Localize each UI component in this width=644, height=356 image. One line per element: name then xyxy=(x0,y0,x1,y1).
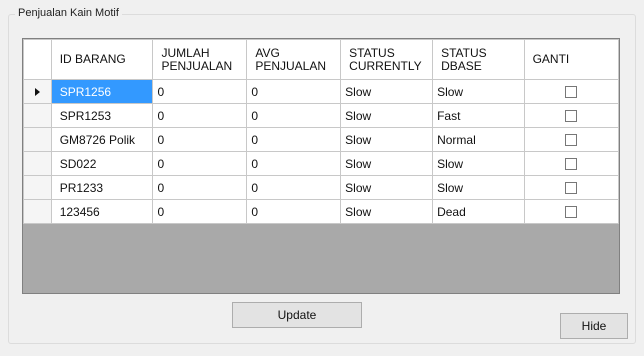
cell-status-dbase[interactable]: Dead xyxy=(432,199,525,224)
cell-avg-penjualan[interactable]: 0 xyxy=(246,199,342,224)
cell-status-dbase[interactable]: Normal xyxy=(432,127,525,152)
cell-ganti xyxy=(523,127,619,152)
table-row[interactable]: PR1233 0 0 Slow Slow xyxy=(23,175,619,200)
column-header-label: STATUS CURRENTLY xyxy=(349,45,422,73)
column-header-avg-penjualan[interactable]: AVG PENJUALAN xyxy=(246,39,342,80)
cell-avg-penjualan[interactable]: 0 xyxy=(246,79,342,104)
table-row[interactable]: SD022 0 0 Slow Slow xyxy=(23,151,619,176)
cell-ganti xyxy=(523,79,619,104)
cell-status-currently[interactable]: Slow xyxy=(340,103,434,128)
ganti-checkbox[interactable] xyxy=(565,86,578,99)
column-header-id-barang[interactable]: ID BARANG xyxy=(50,39,154,80)
cell-avg-penjualan[interactable]: 0 xyxy=(246,127,342,152)
column-header-label: GANTI xyxy=(532,52,570,66)
column-header-label: AVG PENJUALAN xyxy=(255,45,327,73)
column-header-jumlah-penjualan[interactable]: JUMLAH PENJUALAN xyxy=(152,39,248,80)
cell-jumlah-penjualan[interactable]: 0 xyxy=(152,175,248,200)
cell-status-dbase[interactable]: Slow xyxy=(432,175,525,200)
cell-jumlah-penjualan[interactable]: 0 xyxy=(152,103,248,128)
cell-status-currently[interactable]: Slow xyxy=(340,151,434,176)
row-header[interactable] xyxy=(23,103,52,128)
hide-button[interactable]: Hide xyxy=(560,313,628,339)
cell-status-dbase[interactable]: Slow xyxy=(432,151,525,176)
cell-status-dbase[interactable]: Slow xyxy=(432,79,525,104)
ganti-checkbox[interactable] xyxy=(565,182,578,195)
cell-status-currently[interactable]: Slow xyxy=(340,127,434,152)
cell-ganti xyxy=(523,151,619,176)
table-row[interactable]: SPR1256 0 0 Slow Slow xyxy=(23,79,619,104)
column-header-ganti[interactable]: GANTI xyxy=(523,39,619,80)
cell-id-barang[interactable]: SPR1256 xyxy=(50,79,154,104)
cell-avg-penjualan[interactable]: 0 xyxy=(246,175,342,200)
cell-jumlah-penjualan[interactable]: 0 xyxy=(152,199,248,224)
table-row[interactable]: GM8726 Polik 0 0 Slow Normal xyxy=(23,127,619,152)
ganti-checkbox[interactable] xyxy=(565,134,578,147)
ganti-checkbox[interactable] xyxy=(565,206,578,219)
cell-id-barang[interactable]: PR1233 xyxy=(50,175,154,200)
sales-datagrid[interactable]: ID BARANG JUMLAH PENJUALAN AVG PENJUALAN S… xyxy=(22,38,620,294)
groupbox-title: Penjualan Kain Motif xyxy=(15,7,122,19)
cell-jumlah-penjualan[interactable]: 0 xyxy=(152,127,248,152)
cell-id-barang[interactable]: 123456 xyxy=(50,199,154,224)
cell-avg-penjualan[interactable]: 0 xyxy=(246,151,342,176)
cell-id-barang[interactable]: GM8726 Polik xyxy=(50,127,154,152)
sales-table: ID BARANG JUMLAH PENJUALAN AVG PENJUALAN S… xyxy=(23,39,619,224)
column-header-label: JUMLAH PENJUALAN xyxy=(161,45,233,73)
cell-id-barang[interactable]: SPR1253 xyxy=(50,103,154,128)
cell-avg-penjualan[interactable]: 0 xyxy=(246,103,342,128)
cell-status-currently[interactable]: Slow xyxy=(340,175,434,200)
row-header[interactable] xyxy=(23,79,52,104)
row-header[interactable] xyxy=(23,175,52,200)
row-pointer-icon xyxy=(34,87,40,96)
column-header-label: STATUS DBASE xyxy=(441,45,487,73)
update-button[interactable]: Update xyxy=(232,302,362,328)
table-row[interactable]: SPR1253 0 0 Slow Fast xyxy=(23,103,619,128)
cell-id-barang[interactable]: SD022 xyxy=(50,151,154,176)
table-row[interactable]: 123456 0 0 Slow Dead xyxy=(23,199,619,224)
header-row: ID BARANG JUMLAH PENJUALAN AVG PENJUALAN S… xyxy=(23,39,619,80)
corner-header[interactable] xyxy=(23,39,52,80)
row-header[interactable] xyxy=(23,151,52,176)
ganti-checkbox[interactable] xyxy=(565,110,578,123)
row-header[interactable] xyxy=(23,199,52,224)
row-header[interactable] xyxy=(23,127,52,152)
cell-jumlah-penjualan[interactable]: 0 xyxy=(152,79,248,104)
cell-jumlah-penjualan[interactable]: 0 xyxy=(152,151,248,176)
column-header-status-currently[interactable]: STATUS CURRENTLY xyxy=(340,39,434,80)
cell-status-dbase[interactable]: Fast xyxy=(432,103,525,128)
cell-ganti xyxy=(523,175,619,200)
cell-status-currently[interactable]: Slow xyxy=(340,79,434,104)
cell-ganti xyxy=(523,199,619,224)
cell-ganti xyxy=(523,103,619,128)
ganti-checkbox[interactable] xyxy=(565,158,578,171)
column-header-label: ID BARANG xyxy=(59,52,126,66)
column-header-status-dbase[interactable]: STATUS DBASE xyxy=(432,39,525,80)
cell-status-currently[interactable]: Slow xyxy=(340,199,434,224)
